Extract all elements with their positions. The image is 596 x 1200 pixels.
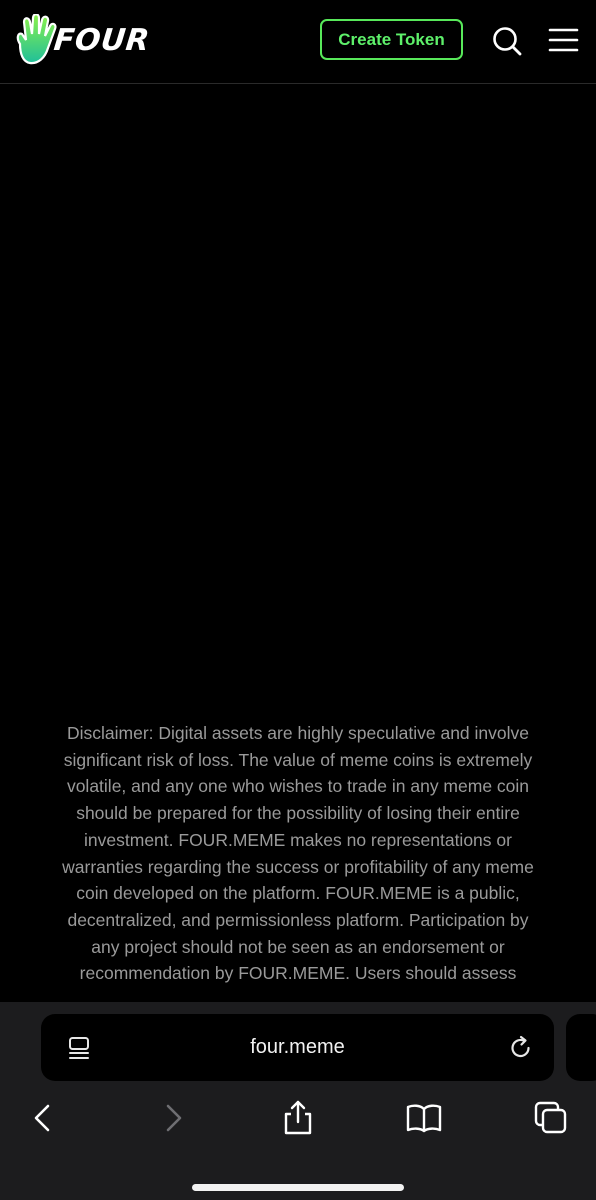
search-icon[interactable] (490, 24, 524, 58)
back-icon[interactable] (25, 1100, 61, 1136)
create-token-button[interactable]: Create Token (320, 19, 463, 60)
home-indicator (192, 1184, 404, 1191)
logo-text: FOUR (52, 22, 152, 58)
tabs-icon[interactable] (533, 1100, 569, 1136)
logo[interactable]: FOUR (14, 12, 174, 68)
bookmarks-icon[interactable] (406, 1100, 442, 1136)
menu-icon[interactable] (546, 24, 580, 58)
disclaimer-text: Disclaimer: Digital assets are highly sp… (62, 723, 534, 984)
page: FOUR Create Token Disclaimer: Digital as… (0, 0, 596, 1200)
share-icon[interactable] (280, 1100, 316, 1136)
reload-icon[interactable] (507, 1034, 535, 1062)
url-text: four.meme (250, 1036, 345, 1058)
browser-toolbar: four.meme (0, 1002, 596, 1200)
address-bar[interactable]: four.meme (41, 1014, 554, 1081)
top-header: FOUR Create Token (0, 0, 596, 84)
forward-icon (166, 1104, 182, 1132)
next-tab-preview[interactable] (566, 1014, 596, 1081)
hand-logo-icon (16, 14, 57, 65)
